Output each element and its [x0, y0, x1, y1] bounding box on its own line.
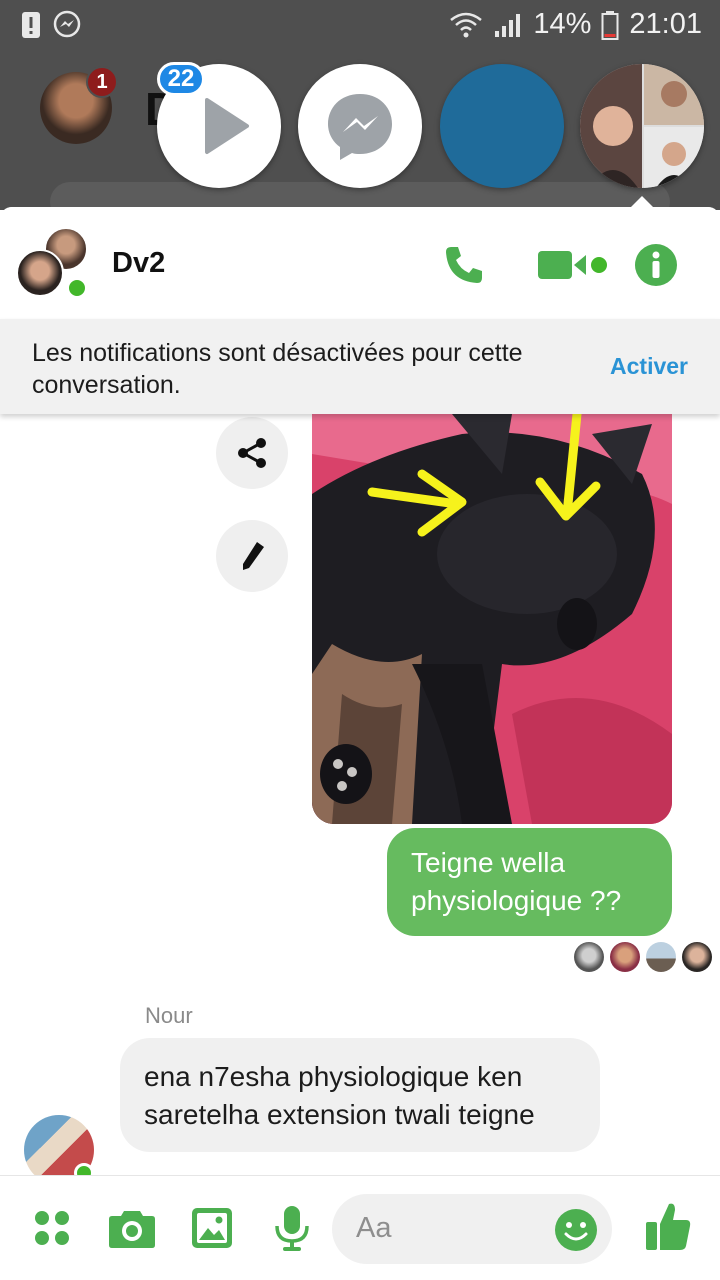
chat-head-badge: 22	[157, 62, 205, 96]
edit-button[interactable]	[216, 520, 288, 592]
info-button[interactable]	[634, 241, 678, 289]
messenger-notification-icon	[53, 10, 81, 38]
video-call-icon	[538, 251, 607, 279]
more-apps-icon	[35, 1211, 69, 1245]
cat-photo	[312, 414, 672, 824]
group-member-avatar[interactable]	[16, 249, 64, 297]
contact-chat-head[interactable]	[440, 64, 564, 188]
conversation-name[interactable]: Dv2	[112, 247, 165, 280]
wifi-icon	[450, 12, 483, 37]
unread-badge: 1	[86, 66, 118, 98]
emoji-icon[interactable]	[554, 1208, 598, 1252]
phone-call-button[interactable]	[440, 241, 488, 289]
read-receipt-avatar	[574, 942, 604, 972]
video-call-button[interactable]	[536, 241, 612, 289]
incoming-message-bubble[interactable]: ena n7esha physiologique ken saretelha e…	[120, 1038, 600, 1152]
outgoing-message-bubble[interactable]: Teigne wella physiologique ??	[387, 828, 672, 936]
read-receipts	[574, 942, 712, 972]
online-indicator	[66, 277, 88, 299]
activate-notifications-link[interactable]: Activer	[610, 353, 688, 380]
camera-icon	[109, 1211, 155, 1248]
share-button[interactable]	[216, 417, 288, 489]
battery-percent: 14%	[533, 8, 592, 40]
share-icon	[238, 438, 266, 468]
read-receipt-avatar	[646, 942, 676, 972]
gallery-button[interactable]	[188, 1204, 236, 1252]
sender-name: Nour	[145, 1003, 193, 1028]
group-chat-head[interactable]	[580, 64, 704, 188]
notice-text: Les notifications sont désactivées pour …	[32, 339, 523, 399]
info-icon	[635, 244, 677, 286]
battery-icon	[601, 10, 619, 40]
photo-message[interactable]	[312, 414, 672, 824]
thumbs-up-button[interactable]	[642, 1198, 694, 1254]
read-receipt-avatar	[682, 942, 712, 972]
more-apps-button[interactable]	[28, 1204, 76, 1252]
thumbs-up-icon	[646, 1203, 691, 1250]
phone-icon	[446, 247, 482, 283]
group-avatar-collage	[580, 64, 704, 188]
notifications-disabled-banner: Les notifications sont désactivées pour …	[0, 319, 720, 414]
message-composer: Aa	[0, 1175, 720, 1280]
conversation-header: Dv2	[0, 207, 720, 319]
camera-button[interactable]	[108, 1204, 156, 1252]
signal-icon	[495, 13, 521, 37]
messenger-chat-head[interactable]	[298, 64, 422, 188]
edit-icon	[243, 542, 264, 570]
gallery-icon	[192, 1208, 232, 1248]
conversation-panel: Dv2 Les notifications sont désactivées p…	[0, 207, 720, 1280]
message-input[interactable]: Aa	[332, 1194, 612, 1264]
clock: 21:01	[629, 8, 702, 40]
message-input-placeholder: Aa	[356, 1212, 392, 1244]
read-receipt-avatar	[610, 942, 640, 972]
alert-icon	[22, 12, 40, 38]
messenger-icon	[328, 94, 392, 160]
status-bar: 14% 21:01	[0, 0, 720, 50]
microphone-button[interactable]	[268, 1204, 316, 1252]
status-right: 14% 21:01	[449, 8, 702, 41]
microphone-icon	[275, 1206, 309, 1251]
